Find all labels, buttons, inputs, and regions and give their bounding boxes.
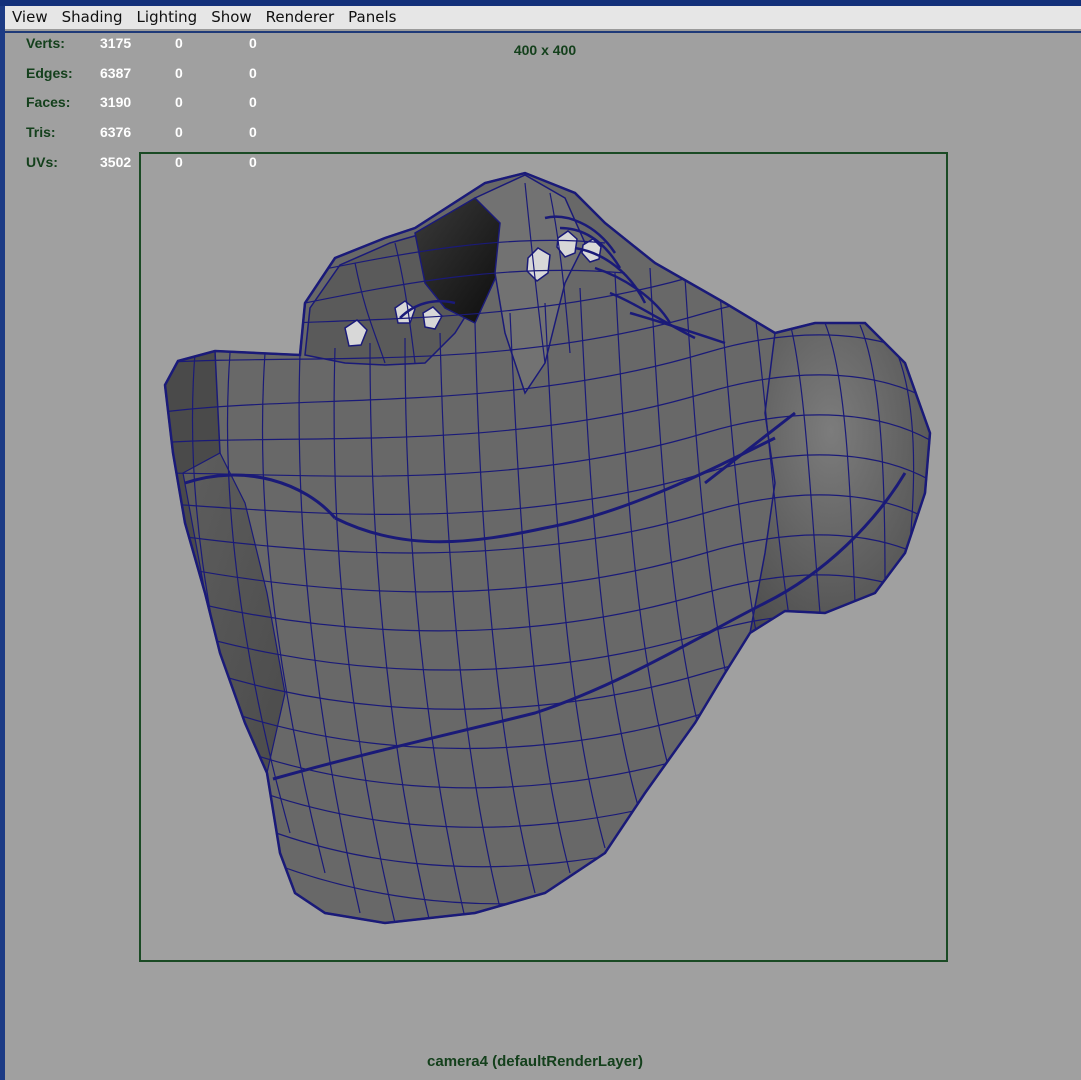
- hud-faces-triangles: 0: [249, 94, 257, 110]
- menu-panels[interactable]: Panels: [341, 5, 403, 30]
- hud-tris-label: Tris:: [26, 124, 56, 140]
- menu-lighting[interactable]: Lighting: [130, 5, 205, 30]
- hud-edges-triangles: 0: [249, 65, 257, 81]
- hud-verts-value: 3175: [100, 35, 132, 51]
- menu-renderer[interactable]: Renderer: [259, 5, 341, 30]
- hud-edges-label: Edges:: [26, 65, 73, 81]
- hud-verts-selected: 0: [175, 35, 183, 51]
- hud-faces-label: Faces:: [26, 94, 71, 110]
- camera-name-label: camera4 (defaultRenderLayer): [427, 1053, 643, 1070]
- hud-edges-selected: 0: [175, 65, 183, 81]
- hud-uvs-triangles: 0: [249, 154, 257, 170]
- menu-view[interactable]: View: [5, 5, 55, 30]
- hud-uvs-value: 3502: [100, 154, 132, 170]
- hud-uvs-label: UVs:: [26, 154, 58, 170]
- hud-verts-label: Verts:: [26, 35, 65, 51]
- hud-edges-value: 6387: [100, 65, 132, 81]
- menu-shading[interactable]: Shading: [55, 5, 130, 30]
- hud-faces-selected: 0: [175, 94, 183, 110]
- hud-tris-selected: 0: [175, 124, 183, 140]
- 3d-viewport[interactable]: 400 x 400 Verts: 3175 0 0 Edges: 6387 0 …: [5, 33, 1081, 1080]
- hud-uvs-selected: 0: [175, 154, 183, 170]
- hud-tris-triangles: 0: [249, 124, 257, 140]
- hud-tris-value: 6376: [100, 124, 132, 140]
- hud-verts-triangles: 0: [249, 35, 257, 51]
- hud-faces-value: 3190: [100, 94, 132, 110]
- shoe-mesh-wireframe[interactable]: [5, 33, 1081, 1080]
- resolution-gate-label: 400 x 400: [513, 42, 577, 58]
- menu-show[interactable]: Show: [204, 5, 258, 30]
- viewport-menubar: View Shading Lighting Show Renderer Pane…: [5, 6, 1081, 31]
